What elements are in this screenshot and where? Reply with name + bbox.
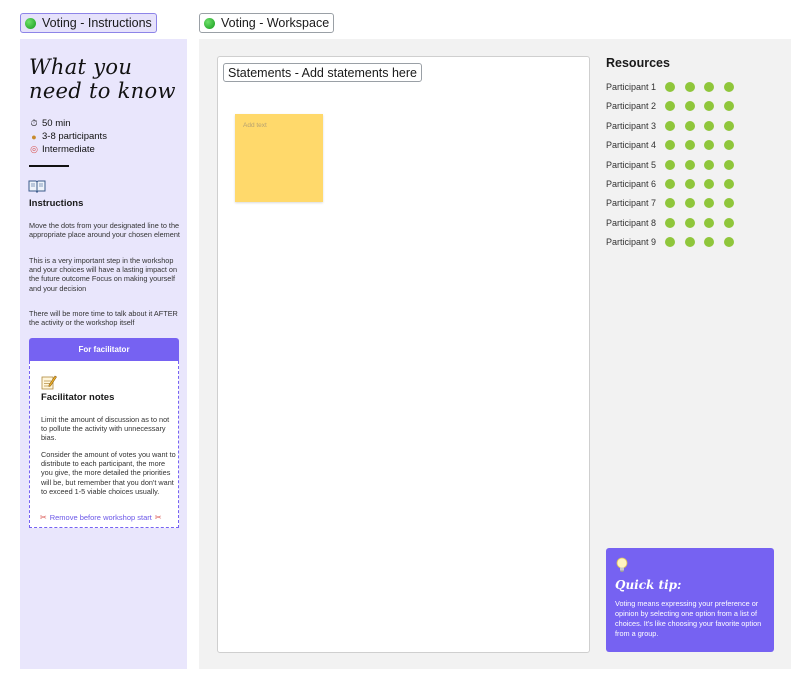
vote-dot[interactable] — [684, 237, 695, 248]
vote-dot[interactable] — [665, 140, 675, 151]
remove-note: ✂ Remove before workshop start ✂ — [40, 513, 162, 522]
vote-dot[interactable] — [684, 140, 695, 151]
participant-row: Participant 4 — [606, 139, 743, 151]
scissors-icon: ✂ — [40, 513, 47, 522]
frame-tab-instructions[interactable]: Voting - Instructions — [20, 13, 157, 33]
vote-dot[interactable] — [665, 120, 675, 131]
statements-frame-tab[interactable]: Statements - Add statements here — [223, 63, 422, 82]
stopwatch-icon: ⏱ — [30, 118, 38, 128]
frame-tab-workspace[interactable]: Voting - Workspace — [199, 13, 335, 33]
vote-dot[interactable] — [704, 237, 714, 248]
frame-tab-label: Voting - Instructions — [42, 16, 152, 30]
participant-row: Participant 5 — [606, 159, 743, 171]
remove-note-text: Remove before workshop start — [49, 513, 152, 522]
instruction-paragraph: Move the dots from your designated line … — [29, 221, 180, 240]
title-line: What you — [29, 55, 133, 79]
vote-dot[interactable] — [665, 82, 675, 92]
vote-dot[interactable] — [665, 179, 675, 189]
vote-dot[interactable] — [684, 82, 695, 92]
quick-tip-card: Quick tip: Voting means expressing your … — [606, 548, 774, 652]
lightbulb-icon — [616, 557, 628, 572]
frame-tab-label: Voting - Workspace — [221, 16, 330, 30]
facilitator-paragraph: Limit the amount of discussion as to not… — [41, 415, 170, 443]
participant-row: Participant 8 — [606, 217, 743, 229]
vote-dot[interactable] — [704, 120, 714, 131]
sticky-note[interactable]: Add text — [235, 114, 323, 202]
vote-dot[interactable] — [665, 159, 675, 170]
sticky-placeholder: Add text — [243, 122, 267, 129]
scissors-icon: ✂ — [154, 513, 162, 522]
participant-label: Participant 2 — [606, 101, 657, 112]
memo-icon — [41, 375, 57, 390]
participant-row: Participant 9 — [606, 236, 743, 248]
vote-dot[interactable] — [723, 140, 734, 151]
resources-title: Resources — [606, 56, 670, 70]
vote-dot[interactable] — [684, 120, 695, 131]
vote-dot[interactable] — [704, 217, 714, 228]
participant-label: Participant 9 — [606, 237, 657, 248]
vote-dot[interactable] — [704, 101, 714, 112]
green-circle-icon — [204, 17, 215, 29]
quick-tip-title: Quick tip: — [615, 578, 682, 592]
vote-dot[interactable] — [723, 198, 734, 209]
participant-label: Participant 4 — [606, 140, 657, 151]
participant-row: Participant 1 — [606, 81, 743, 93]
participants-text: 3-8 participants — [42, 131, 107, 142]
vote-dot[interactable] — [665, 198, 675, 209]
level-text: Intermediate — [42, 144, 95, 155]
vote-dot[interactable] — [684, 217, 695, 228]
people-icon: ● — [31, 131, 37, 142]
vote-dot[interactable] — [723, 217, 734, 228]
facilitator-paragraph: Consider the amount of votes you want to… — [41, 450, 176, 496]
participant-row: Participant 2 — [606, 100, 743, 112]
facilitator-notes-title: Facilitator notes — [41, 392, 115, 403]
participant-row: Participant 7 — [606, 197, 743, 209]
participant-label: Participant 5 — [606, 159, 657, 170]
duration-row: ⏱ 50 min — [29, 118, 71, 129]
vote-dot[interactable] — [684, 179, 695, 189]
vote-dot[interactable] — [665, 217, 675, 228]
participant-label: Participant 7 — [606, 198, 657, 209]
duration-text: 50 min — [42, 118, 71, 129]
facilitator-header: For facilitator — [29, 338, 179, 361]
participant-label: Participant 3 — [606, 120, 657, 131]
participant-label: Participant 1 — [606, 82, 657, 92]
participant-row: Participant 3 — [606, 120, 743, 132]
vote-dot[interactable] — [704, 159, 714, 170]
vote-dot[interactable] — [684, 101, 695, 112]
vote-dot[interactable] — [723, 237, 734, 248]
title-line: need to know — [29, 79, 176, 103]
quick-tip-text: Voting means expressing your preference … — [615, 599, 762, 638]
participant-row: Participant 6 — [606, 178, 743, 190]
vote-dot[interactable] — [723, 179, 734, 189]
vote-dot[interactable] — [723, 159, 734, 170]
instructions-heading: Instructions — [29, 198, 84, 209]
vote-dot[interactable] — [684, 159, 695, 170]
vote-dot[interactable] — [665, 101, 675, 112]
vote-dot[interactable] — [723, 82, 734, 92]
vote-dot[interactable] — [704, 198, 714, 209]
divider — [29, 165, 69, 167]
vote-dot[interactable] — [704, 82, 714, 92]
vote-dot[interactable] — [723, 120, 734, 131]
open-book-icon — [28, 180, 46, 193]
level-row: ◎ Intermediate — [29, 144, 95, 155]
vote-dot[interactable] — [704, 140, 714, 151]
vote-dot[interactable] — [723, 101, 734, 112]
green-circle-icon — [25, 17, 36, 29]
target-icon: ◎ — [30, 144, 38, 154]
vote-dot[interactable] — [665, 237, 675, 248]
vote-dot[interactable] — [684, 198, 695, 209]
instruction-paragraph: This is a very important step in the wor… — [29, 256, 178, 293]
participant-label: Participant 8 — [606, 217, 657, 228]
participant-label: Participant 6 — [606, 179, 657, 189]
instruction-paragraph: There will be more time to talk about it… — [29, 309, 178, 328]
participants-row: ● 3-8 participants — [29, 131, 107, 142]
page-title: What you need to know — [29, 55, 184, 103]
vote-dot[interactable] — [704, 179, 714, 189]
